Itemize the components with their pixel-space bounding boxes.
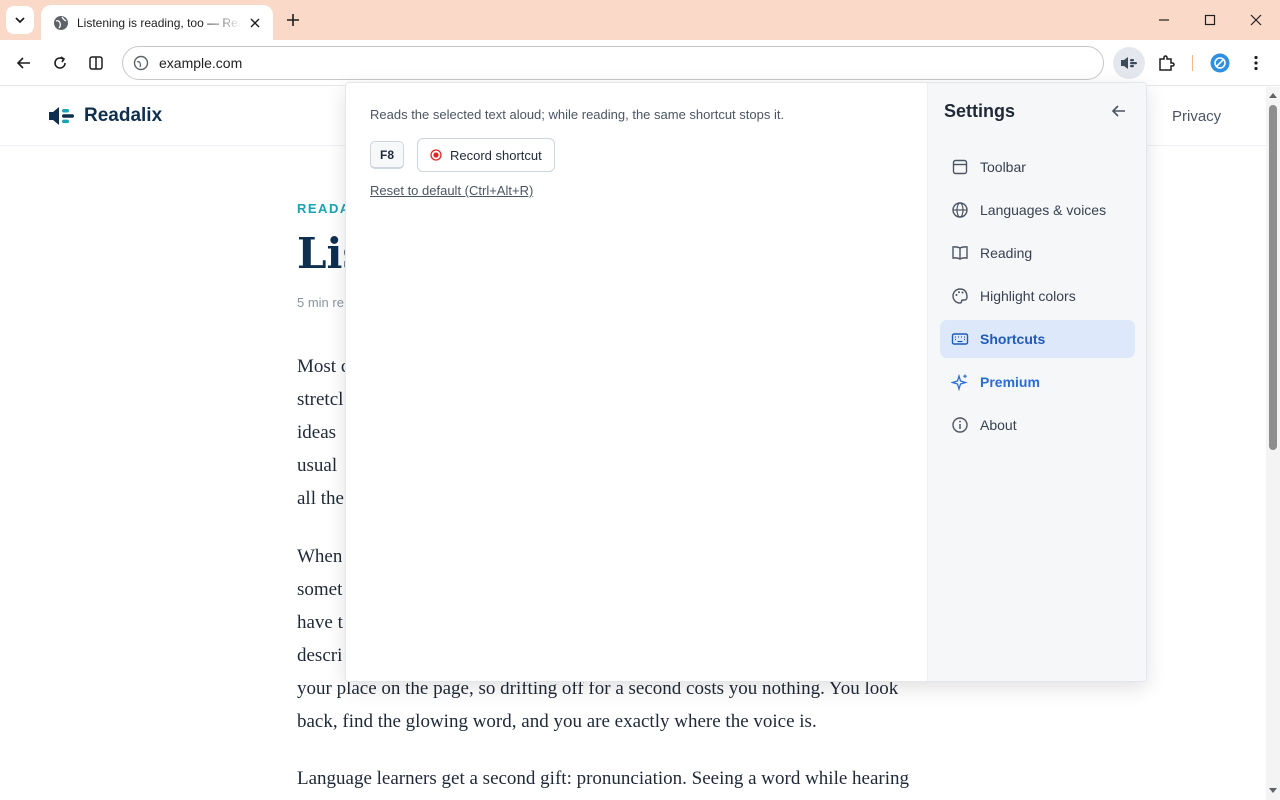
browser-menu-button[interactable] xyxy=(1240,47,1272,79)
book-icon xyxy=(951,244,969,262)
menu-label: Reading xyxy=(980,245,1033,261)
settings-menu-highlight-colors[interactable]: Highlight colors xyxy=(940,277,1135,315)
url-text: example.com xyxy=(159,55,243,71)
menu-label: Highlight colors xyxy=(980,288,1076,304)
nav-link-privacy[interactable]: Privacy xyxy=(1172,108,1221,125)
layout-icon xyxy=(951,158,969,176)
settings-menu-premium[interactable]: Premium xyxy=(940,363,1135,401)
article-meta: 5 min re xyxy=(297,295,344,310)
speaker-icon xyxy=(1121,57,1137,69)
text-line: Most c xyxy=(297,356,350,377)
maximize-icon xyxy=(1204,14,1216,26)
new-tab-button[interactable] xyxy=(281,8,305,32)
extensions-button[interactable] xyxy=(1150,47,1182,79)
split-view-icon xyxy=(89,56,103,70)
readalix-settings-popup: Reads the selected text aloud; while rea… xyxy=(345,82,1147,682)
settings-menu-about[interactable]: About xyxy=(940,406,1135,444)
close-icon xyxy=(1250,14,1262,26)
settings-title: Settings xyxy=(944,101,1016,121)
close-icon xyxy=(250,18,260,27)
text-line: all the xyxy=(297,488,344,509)
scroll-up-arrow-icon[interactable] xyxy=(1269,91,1277,99)
reload-button[interactable] xyxy=(44,47,76,79)
current-shortcut-key: F8 xyxy=(370,141,405,169)
info-icon xyxy=(951,416,969,434)
article-paragraph-1: Most c stretcl ideas usual all the xyxy=(297,350,349,515)
scroll-down-arrow-icon[interactable] xyxy=(1269,787,1277,795)
address-bar[interactable]: example.com xyxy=(122,46,1104,80)
arrow-left-icon xyxy=(16,57,30,69)
record-icon xyxy=(430,149,442,161)
tab-strip: Listening is reading, too — Readalix xyxy=(0,0,1280,40)
back-button[interactable] xyxy=(8,47,40,79)
record-shortcut-button[interactable]: Record shortcut xyxy=(417,138,555,172)
avatar xyxy=(1210,53,1230,73)
plus-icon xyxy=(287,14,299,26)
text-line: ideas xyxy=(297,422,337,443)
browser-toolbar: example.com xyxy=(0,40,1280,86)
shortcut-description: Reads the selected text aloud; while rea… xyxy=(370,107,785,122)
settings-back-button[interactable] xyxy=(1110,102,1128,120)
reload-icon xyxy=(54,56,66,69)
more-vertical-icon xyxy=(1254,55,1258,71)
menu-label: Premium xyxy=(980,374,1040,390)
profile-button[interactable] xyxy=(1204,47,1236,79)
window-close-button[interactable] xyxy=(1233,0,1279,40)
settings-sidebar: Settings Toolbar Languages & voices Read… xyxy=(927,83,1146,681)
shortcut-settings-panel: Reads the selected text aloud; while rea… xyxy=(346,83,927,681)
record-shortcut-label: Record shortcut xyxy=(450,147,542,163)
chevron-down-icon xyxy=(15,17,25,24)
brand-name: Readalix xyxy=(84,105,163,126)
browser-tab[interactable]: Listening is reading, too — Readalix xyxy=(41,5,273,40)
text-line: usual xyxy=(297,455,338,476)
keyboard-icon xyxy=(951,330,969,348)
readalix-extension-button[interactable] xyxy=(1113,47,1145,79)
scroll-thumb[interactable] xyxy=(1269,105,1277,450)
settings-menu-shortcuts[interactable]: Shortcuts xyxy=(940,320,1135,358)
menu-label: Languages & voices xyxy=(980,202,1107,218)
split-view-button[interactable] xyxy=(80,47,112,79)
text-line: Language learners get a second gift: pro… xyxy=(297,768,910,789)
readalix-logo-icon xyxy=(49,107,74,125)
page-scrollbar[interactable] xyxy=(1266,87,1280,800)
settings-menu-reading[interactable]: Reading xyxy=(940,234,1135,272)
globe-icon xyxy=(951,201,969,219)
tab-title: Listening is reading, too — Readalix xyxy=(77,15,241,30)
text-line: back, find the glowing word, and you are… xyxy=(297,711,817,732)
site-info-icon[interactable] xyxy=(133,55,149,71)
settings-menu-toolbar[interactable]: Toolbar xyxy=(940,148,1135,186)
reset-to-default-link[interactable]: Reset to default (Ctrl+Alt+R) xyxy=(370,183,533,198)
menu-label: Shortcuts xyxy=(980,331,1046,347)
puzzle-icon xyxy=(1159,55,1175,71)
menu-label: About xyxy=(980,417,1017,433)
palette-icon xyxy=(951,287,969,305)
sparkle-icon xyxy=(951,373,969,391)
text-line: stretcl xyxy=(297,389,344,410)
toolbar-divider xyxy=(1192,55,1193,71)
article-paragraph-3: Language learners get a second gift: pro… xyxy=(297,762,909,795)
settings-menu-languages[interactable]: Languages & voices xyxy=(940,191,1135,229)
tab-close-button[interactable] xyxy=(247,15,263,31)
minimize-icon xyxy=(1159,19,1169,21)
menu-label: Toolbar xyxy=(980,159,1026,175)
tab-search-button[interactable] xyxy=(6,6,34,34)
site-logo[interactable]: Readalix xyxy=(48,104,162,128)
minimize-button[interactable] xyxy=(1141,0,1187,40)
maximize-button[interactable] xyxy=(1187,0,1233,40)
arrow-left-icon xyxy=(1111,105,1125,117)
globe-icon xyxy=(54,15,68,30)
